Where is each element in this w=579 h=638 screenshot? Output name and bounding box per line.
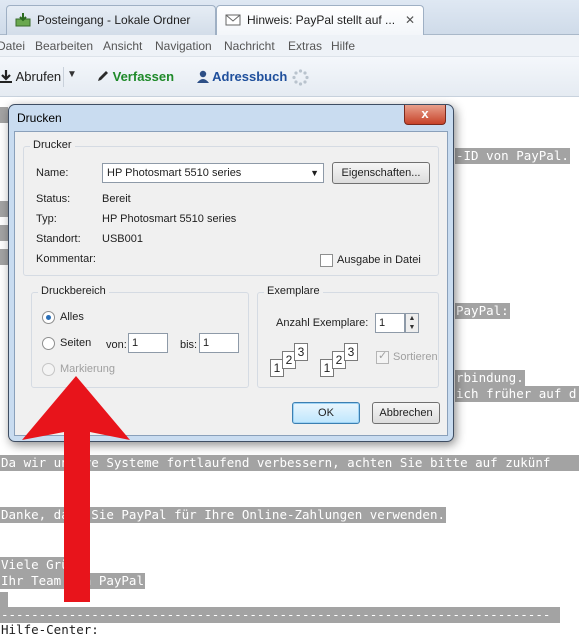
tab-bar: Posteingang - Lokale Ordner Hinweis: Pay… [0,0,579,35]
range-pages-radio[interactable] [42,337,55,350]
location-label: Standort: [36,233,81,245]
menu-help[interactable]: Hilfe [331,39,355,53]
addressbook-label: Adressbuch [212,69,288,84]
to-label: bis: [180,339,198,351]
selection-fragment [0,201,8,217]
status-label: Status: [36,193,71,205]
print-to-file-checkbox[interactable] [320,254,333,267]
message-line: PayPal: [455,303,510,319]
tab-label: Hinweis: PayPal stellt auf ... [247,13,396,27]
copies-count-label: Anzahl Exemplare: [276,317,369,329]
close-dialog-button[interactable]: x [404,105,446,125]
from-page-input[interactable]: 1 [128,333,168,353]
range-pages-label[interactable]: Seiten [60,337,91,349]
menu-bar: Datei Bearbeiten Ansicht Navigation Nach… [0,35,579,57]
collate-label[interactable]: Sortieren [393,351,438,363]
to-page-input[interactable]: 1 [199,333,239,353]
envelope-icon [225,14,241,26]
menu-tools[interactable]: Extras [288,39,322,53]
menu-view[interactable]: Ansicht [103,39,142,53]
printer-properties-button[interactable]: Eigenschaften... [332,162,430,184]
type-label: Typ: [36,213,57,225]
loading-spinner-icon [292,69,309,86]
menu-file[interactable]: Datei [0,39,25,53]
tab-inbox[interactable]: Posteingang - Lokale Ordner [6,5,216,35]
tab-label: Posteingang - Lokale Ordner [37,13,191,27]
location-value: USB001 [102,233,143,245]
printer-group-legend: Drucker [30,139,75,151]
print-range-legend: Druckbereich [38,285,109,297]
selection-fragment [0,107,8,123]
pencil-icon [98,71,108,81]
status-value: Bereit [102,193,131,205]
inbox-download-icon [15,13,31,27]
collate-checkbox[interactable]: ✓ [376,350,389,364]
printer-group: Drucker Name: HP Photosmart 5510 series … [23,139,439,276]
message-line: -ID von PayPal. [455,148,570,164]
close-tab-icon[interactable]: ✕ [405,6,415,34]
cancel-button[interactable]: Abbrechen [372,402,440,424]
selection-fragment [0,225,8,241]
from-label: von: [106,339,127,351]
person-icon [197,70,209,83]
red-arrow-annotation [22,376,130,602]
toolbar-separator [63,67,64,87]
checkmark-icon: ✓ [378,350,388,362]
print-to-file-label[interactable]: Ausgabe in Datei [337,254,421,266]
ok-button[interactable]: OK [292,402,360,424]
dialog-title: Drucken [17,111,62,125]
menu-edit[interactable]: Bearbeiten [35,39,93,53]
comment-label: Kommentar: [36,253,96,265]
chevron-down-icon: ▼ [310,168,319,178]
addressbook-button[interactable]: Adressbuch [197,69,287,84]
printer-name-label: Name: [36,167,69,179]
range-all-label[interactable]: Alles [60,311,84,323]
fetch-dropdown-icon[interactable]: ▼ [67,69,77,80]
copies-count-input[interactable]: 1 [375,313,405,333]
message-line: rbindung. [455,370,525,386]
fetch-mail-button[interactable]: Abrufen [0,69,61,84]
tab-paypal-message[interactable]: Hinweis: PayPal stellt auf ... ✕ [216,5,424,35]
menu-navigation[interactable]: Navigation [155,39,212,53]
copies-group: Exemplare Anzahl Exemplare: 1 ▲ ▼ 1 2 3 … [257,285,439,388]
collate-pages-icon: 1 2 3 [320,341,370,377]
chevron-up-icon[interactable]: ▲ [406,314,418,323]
copies-stepper[interactable]: ▲ ▼ [405,313,419,333]
range-all-radio[interactable] [42,311,55,324]
message-line: Hilfe-Center: [1,622,99,637]
printer-select-value: HP Photosmart 5510 series [107,167,242,179]
copies-legend: Exemplare [264,285,323,297]
menu-message[interactable]: Nachricht [224,39,275,53]
chevron-down-icon[interactable]: ▼ [406,323,418,332]
download-arrow-icon [0,70,12,83]
selection-fragment [0,249,8,265]
selection-fragment [0,592,8,608]
main-toolbar: Abrufen ▼ Verfassen Adressbuch [0,57,579,97]
message-line: ich früher auf d [455,386,579,402]
printer-select[interactable]: HP Photosmart 5510 series ▼ [102,163,324,183]
type-value: HP Photosmart 5510 series [102,213,237,225]
compose-button[interactable]: Verfassen [96,69,174,84]
compose-label: Verfassen [112,69,175,84]
collate-pages-icon: 1 2 3 [270,341,320,377]
fetch-label: Abrufen [15,69,62,84]
